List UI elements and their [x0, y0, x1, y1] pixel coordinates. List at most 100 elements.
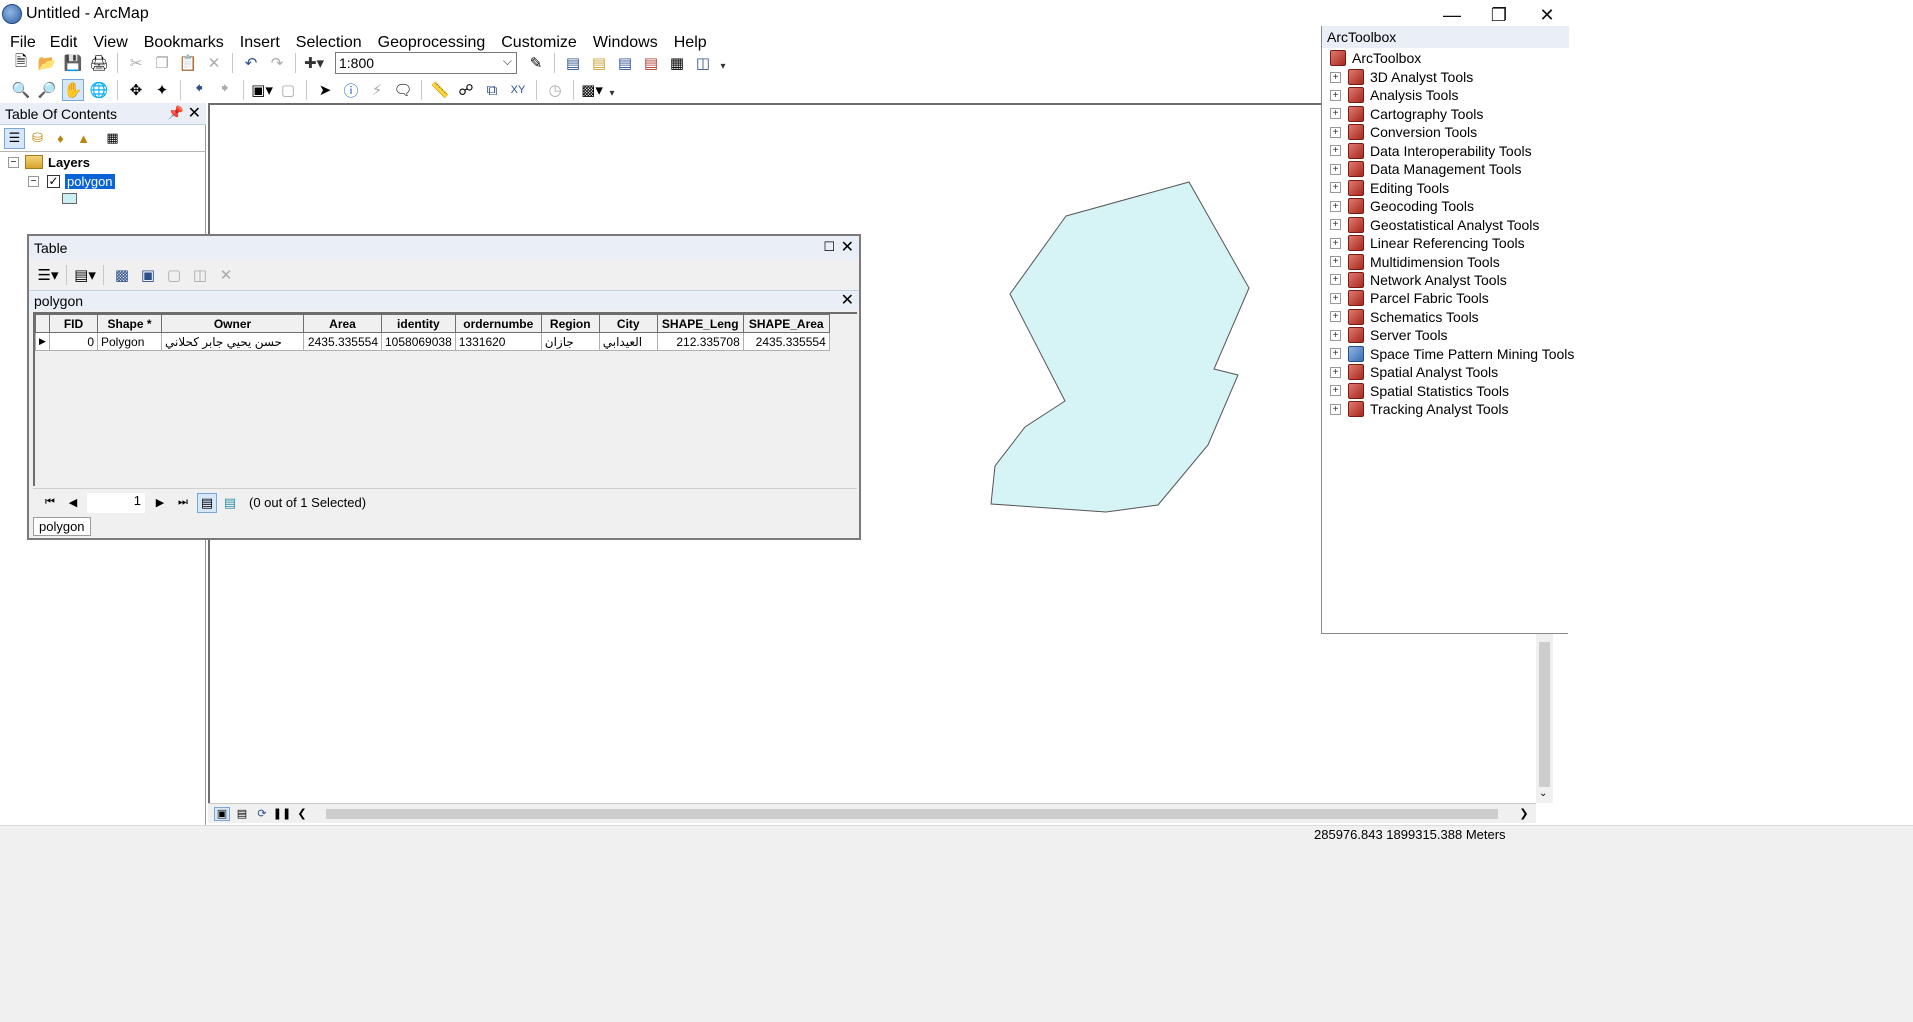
data-view-icon[interactable]: ▣: [214, 806, 230, 821]
pin-icon[interactable]: 📌: [168, 105, 184, 121]
expand-icon[interactable]: +: [1330, 163, 1341, 175]
layer-visibility-checkbox[interactable]: ✓: [47, 174, 60, 188]
fixed-zoom-in-icon[interactable]: ✥: [125, 79, 147, 101]
pause-drawing-icon[interactable]: ❚❚: [273, 807, 291, 821]
toolbox-item[interactable]: + Tracking Analyst Tools: [1330, 400, 1509, 418]
column-header[interactable]: ordernumbe: [454, 314, 542, 333]
list-by-source-icon[interactable]: ⛁: [27, 128, 48, 149]
select-features-icon[interactable]: ▣▾: [251, 79, 273, 101]
expand-icon[interactable]: +: [1330, 200, 1341, 212]
toolbox-item[interactable]: + Schematics Tools: [1330, 308, 1479, 326]
chevron-down-icon[interactable]: ⌄: [1539, 788, 1547, 799]
expand-icon[interactable]: +: [1330, 329, 1341, 341]
toolbox-item[interactable]: + Space Time Pattern Mining Tools: [1330, 345, 1574, 363]
delete-selected-icon[interactable]: ◫: [189, 264, 211, 286]
table-tab-polygon[interactable]: polygon: [33, 517, 91, 536]
go-to-xy-icon[interactable]: XY: [507, 79, 529, 101]
clear-selection-icon[interactable]: ▢: [163, 264, 185, 286]
copy-icon[interactable]: ❐: [151, 52, 173, 74]
delete-x-icon[interactable]: ✕: [215, 264, 237, 286]
collapse-icon[interactable]: −: [8, 156, 19, 168]
print-icon[interactable]: 🖨: [88, 52, 110, 74]
cut-icon[interactable]: ✂: [125, 52, 147, 74]
options-icon[interactable]: ▦: [102, 128, 123, 149]
current-record-field[interactable]: 1: [87, 492, 145, 513]
scroll-right-icon[interactable]: ❯: [1516, 807, 1532, 821]
toolbox-item[interactable]: + Server Tools: [1330, 326, 1448, 344]
table-cell[interactable]: Polygon: [97, 332, 162, 351]
first-record-icon[interactable]: ⏮: [41, 496, 59, 509]
redo-icon[interactable]: ↷: [266, 52, 288, 74]
toolbox-item[interactable]: + Conversion Tools: [1330, 123, 1477, 141]
scroll-thumb[interactable]: [1539, 642, 1550, 787]
toolbox-item[interactable]: + Spatial Statistics Tools: [1330, 382, 1509, 400]
expand-icon[interactable]: +: [1330, 126, 1341, 138]
editor-toolbar-icon[interactable]: ✎: [525, 52, 547, 74]
layer-symbol-swatch[interactable]: [62, 193, 77, 204]
layout-view-icon[interactable]: ▤: [234, 807, 250, 821]
column-header[interactable]: City: [598, 314, 658, 333]
parcel-polygon[interactable]: [990, 181, 1250, 513]
expand-icon[interactable]: +: [1330, 403, 1341, 415]
refresh-icon[interactable]: ⟳: [254, 807, 270, 821]
pan-hand-icon[interactable]: ✋: [62, 79, 84, 101]
collapse-icon[interactable]: −: [28, 175, 39, 187]
table-cell[interactable]: جازان: [540, 332, 600, 351]
expand-icon[interactable]: +: [1330, 366, 1341, 378]
toolbox-item[interactable]: + Editing Tools: [1330, 179, 1449, 197]
zoom-out-icon[interactable]: 🔎: [36, 79, 58, 101]
expand-icon[interactable]: +: [1330, 182, 1341, 194]
column-header[interactable]: FID: [49, 314, 98, 333]
expand-icon[interactable]: +: [1330, 292, 1341, 304]
forward-arrow-icon[interactable]: 🠺: [214, 79, 236, 101]
table-cell[interactable]: 2435.335554: [742, 332, 830, 351]
layers-tree-node[interactable]: − Layers: [8, 153, 90, 171]
table-cell[interactable]: حسن يحيي جابر كحلاني: [161, 332, 304, 351]
expand-icon[interactable]: +: [1330, 274, 1341, 286]
paste-icon[interactable]: 📋: [177, 52, 199, 74]
find-route-icon[interactable]: ⧉: [481, 79, 503, 101]
list-by-selection-icon[interactable]: ▲: [73, 128, 94, 149]
clear-selection-icon[interactable]: ▢: [277, 79, 299, 101]
toolbox-item[interactable]: + Data Management Tools: [1330, 160, 1522, 178]
row-selector-icon[interactable]: ▶: [35, 332, 50, 351]
zoom-in-icon[interactable]: 🔍: [10, 79, 32, 101]
column-header[interactable]: SHAPE_Leng: [656, 314, 744, 333]
new-document-icon[interactable]: 🗎: [10, 52, 32, 74]
column-header[interactable]: Region: [540, 314, 600, 333]
table-row[interactable]: ▶ 0 Polygon حسن يحيي جابر كحلاني 2435.335554…: [35, 332, 830, 351]
select-elements-arrow-icon[interactable]: ➤: [314, 79, 336, 101]
next-record-icon[interactable]: ▶: [151, 496, 169, 509]
identify-icon[interactable]: ⓘ: [340, 79, 362, 101]
map-vertical-scrollbar[interactable]: ⌄: [1536, 634, 1553, 803]
toolbox-item[interactable]: +3D Analyst Tools: [1330, 68, 1473, 86]
toolbar-overflow-icon[interactable]: ▾: [607, 81, 617, 99]
create-viewer-window-icon[interactable]: ▩▾: [581, 79, 603, 101]
close-icon[interactable]: ✕: [841, 290, 854, 310]
column-header[interactable]: Shape *: [97, 314, 162, 333]
expand-icon[interactable]: +: [1330, 108, 1341, 120]
toolbox-item[interactable]: + Spatial Analyst Tools: [1330, 363, 1498, 381]
table-cell[interactable]: 0: [49, 332, 98, 351]
undo-icon[interactable]: ↶: [240, 52, 262, 74]
search-window-icon[interactable]: ▤: [614, 52, 636, 74]
open-folder-icon[interactable]: 📂: [36, 52, 58, 74]
toolbox-item[interactable]: + Multidimension Tools: [1330, 253, 1500, 271]
toolbox-item[interactable]: + Geostatistical Analyst Tools: [1330, 216, 1539, 234]
expand-icon[interactable]: +: [1330, 89, 1341, 101]
toolbox-item[interactable]: + Parcel Fabric Tools: [1330, 289, 1489, 307]
close-icon[interactable]: ✕: [188, 103, 201, 123]
map-horizontal-scrollbar[interactable]: [314, 805, 1516, 822]
hyperlink-icon[interactable]: ⚡: [366, 79, 388, 101]
expand-icon[interactable]: +: [1330, 71, 1341, 83]
table-cell[interactable]: العيدابي: [598, 332, 658, 351]
measure-icon[interactable]: 📏: [429, 79, 451, 101]
column-header[interactable]: Owner: [161, 314, 304, 333]
toolbox-item[interactable]: + Network Analyst Tools: [1330, 271, 1507, 289]
toolbox-item[interactable]: + Cartography Tools: [1330, 105, 1483, 123]
add-data-icon[interactable]: ✚▾: [303, 52, 325, 74]
table-cell[interactable]: 2435.335554: [303, 332, 382, 351]
layer-row-polygon[interactable]: − ✓ polygon: [28, 172, 115, 190]
toolbox-item[interactable]: + Geocoding Tools: [1330, 197, 1474, 215]
scroll-left-icon[interactable]: ❮: [294, 807, 310, 821]
